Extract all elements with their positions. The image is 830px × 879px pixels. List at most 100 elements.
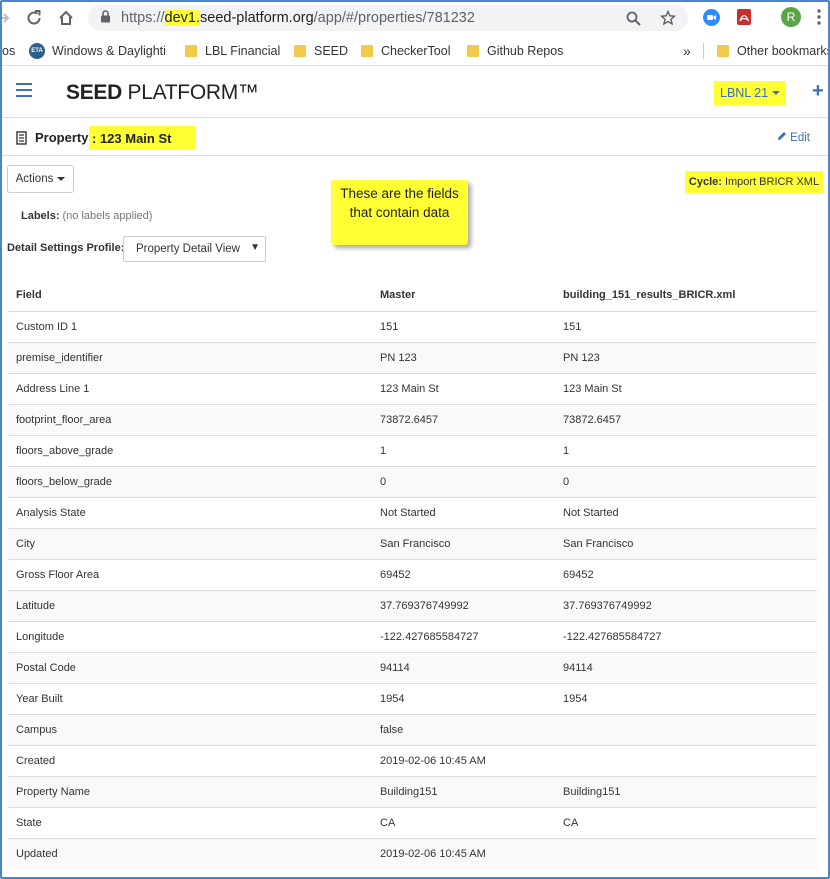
bookmark-other-bookmarks[interactable]: Other bookmarks <box>717 36 830 66</box>
cell-import: 0 <box>555 465 817 497</box>
hamburger-menu-icon[interactable] <box>16 83 32 97</box>
cell-field: floors_above_grade <box>8 434 372 466</box>
cell-field: premise_identifier <box>8 341 372 373</box>
add-icon[interactable]: + <box>812 80 824 103</box>
cycle-indicator[interactable]: Cycle: Import BRICR XML <box>685 171 823 193</box>
table-row: Longitude -122.427685584727 -122.427685584… <box>8 620 817 652</box>
cell-master: PN 123 <box>372 341 555 373</box>
organization-dropdown[interactable]: LBNL 21 <box>714 81 787 105</box>
cell-field: Campus <box>8 713 372 745</box>
cell-import <box>555 744 817 776</box>
cell-master: 1954 <box>372 682 555 714</box>
cell-field: City <box>8 527 372 559</box>
detail-settings-profile-label: Detail Settings Profile: <box>7 242 125 254</box>
cell-master: Building151 <box>372 775 555 807</box>
star-icon[interactable] <box>659 9 677 29</box>
table-row: footprint_floor_area 73872.6457 73872.6457 <box>8 403 817 435</box>
header-master: Master <box>372 280 555 312</box>
table-row: premise_identifier PN 123 PN 123 <box>8 341 817 373</box>
cell-master: 73872.6457 <box>372 403 555 435</box>
cell-master: CA <box>372 806 555 838</box>
annotation-callout: These are the fields that contain data <box>331 180 468 245</box>
cell-field: Custom ID 1 <box>8 310 372 342</box>
cell-import: PN 123 <box>555 341 817 373</box>
zoom-extension-icon[interactable] <box>703 9 720 26</box>
pdf-extension-icon[interactable] <box>736 8 752 29</box>
cell-master: 0 <box>372 465 555 497</box>
address-bar[interactable]: https://dev1.seed-platform.org/app/#/pro… <box>88 5 688 31</box>
cell-import: 69452 <box>555 558 817 590</box>
header-field: Field <box>8 280 372 312</box>
cell-field: Longitude <box>8 620 372 652</box>
cell-master: 37.769376749992 <box>372 589 555 621</box>
table-row: Postal Code 94114 94114 <box>8 651 817 683</box>
reload-icon[interactable] <box>23 7 45 29</box>
actions-button[interactable]: Actions <box>7 165 74 193</box>
folder-icon <box>467 45 479 57</box>
bookmark-seed[interactable]: SEED <box>294 36 348 66</box>
cell-field: Address Line 1 <box>8 372 372 404</box>
header-import-file: building_151_results_BRICR.xml <box>555 280 817 312</box>
cell-field: State <box>8 806 372 838</box>
zoom-icon[interactable] <box>626 11 641 29</box>
cell-master: 2019-02-06 10:45 AM <box>372 837 555 869</box>
folder-icon <box>717 45 729 57</box>
url-text: https://dev1.seed-platform.org/app/#/pro… <box>121 10 475 26</box>
chevron-down-icon <box>772 91 781 95</box>
cell-import: CA <box>555 806 817 838</box>
home-icon[interactable] <box>55 7 77 29</box>
building-icon <box>16 131 27 148</box>
property-name: : 123 Main St <box>89 126 196 150</box>
cell-import: Not Started <box>555 496 817 528</box>
cell-master: San Francisco <box>372 527 555 559</box>
property-header: Property : 123 Main St Edit <box>2 119 828 156</box>
cell-field: footprint_floor_area <box>8 403 372 435</box>
cell-import: 1 <box>555 434 817 466</box>
profile-avatar[interactable]: R <box>781 7 801 27</box>
bookmarks-overflow-chevron[interactable]: » <box>683 36 691 66</box>
dropdown-arrow-icon: ▼ <box>250 242 260 253</box>
table-row: Campus false <box>8 713 817 745</box>
bookmark-os[interactable]: os <box>2 36 15 66</box>
cell-import <box>555 837 817 869</box>
bookmark-lbl-financial[interactable]: LBL Financial <box>185 36 280 66</box>
bookmark-checkertool[interactable]: CheckerTool <box>361 36 450 66</box>
cell-master: Not Started <box>372 496 555 528</box>
bookmark-windows-daylighting[interactable]: ETA Windows & Daylighti <box>29 36 166 66</box>
page-title-label: Property <box>35 130 89 145</box>
folder-icon <box>294 45 306 57</box>
app-header: SEED PLATFORM™ LBNL 21 + <box>2 68 828 118</box>
cell-import: 94114 <box>555 651 817 683</box>
table-header-row: Field Master building_151_results_BRICR.… <box>8 280 817 312</box>
cell-import: -122.427685584727 <box>555 620 817 652</box>
cell-field: Gross Floor Area <box>8 558 372 590</box>
cell-field: Year Built <box>8 682 372 714</box>
cell-master: false <box>372 713 555 745</box>
eta-icon: ETA <box>29 43 45 59</box>
table-row: City San Francisco San Francisco <box>8 527 817 559</box>
cell-field: Updated <box>8 837 372 869</box>
brand-logo[interactable]: SEED PLATFORM™ <box>66 81 259 105</box>
cell-field: Analysis State <box>8 496 372 528</box>
forward-arrow-icon[interactable] <box>0 7 10 29</box>
detail-settings-profile-select[interactable]: Property Detail View ▼ <box>123 236 266 262</box>
cell-import: 37.769376749992 <box>555 589 817 621</box>
labels-row: Labels: (no labels applied) <box>21 210 153 222</box>
cell-import: 73872.6457 <box>555 403 817 435</box>
table-row: Gross Floor Area 69452 69452 <box>8 558 817 590</box>
bookmarks-bar: os ETA Windows & Daylighti LBL Financial … <box>0 36 830 66</box>
cell-field: Property Name <box>8 775 372 807</box>
cell-master: 123 Main St <box>372 372 555 404</box>
edit-link[interactable]: Edit <box>777 131 810 144</box>
table-row: Created 2019-02-06 10:45 AM <box>8 744 817 776</box>
more-menu-icon[interactable] <box>817 9 821 28</box>
table-row: State CA CA <box>8 806 817 838</box>
cell-master: 69452 <box>372 558 555 590</box>
cell-master: 1 <box>372 434 555 466</box>
table-row: floors_above_grade 1 1 <box>8 434 817 466</box>
cell-import: 151 <box>555 310 817 342</box>
chevron-down-icon <box>57 177 66 181</box>
property-fields-table: Field Master building_151_results_BRICR.… <box>8 280 817 869</box>
cell-import: 1954 <box>555 682 817 714</box>
bookmark-github-repos[interactable]: Github Repos <box>467 36 563 66</box>
